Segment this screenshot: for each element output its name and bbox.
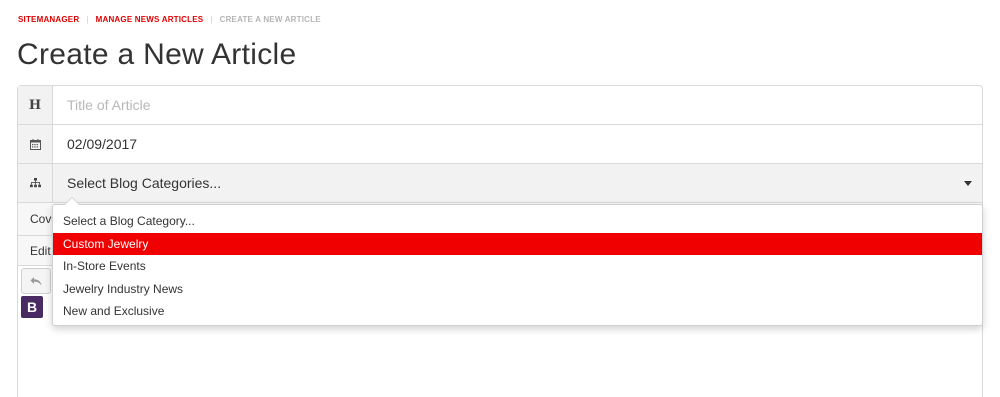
dropdown-option-placeholder[interactable]: Select a Blog Category...	[53, 210, 982, 233]
calendar-icon	[18, 125, 53, 163]
chevron-down-icon	[964, 181, 972, 186]
title-row: H Title of Article	[18, 86, 982, 125]
undo-button[interactable]	[21, 268, 51, 294]
bold-button[interactable]: B	[21, 296, 43, 318]
edit-label: Edit	[30, 243, 51, 258]
breadcrumb: SITEMANAGER | MANAGE NEWS ARTICLES | CRE…	[18, 15, 321, 24]
date-value: 02/09/2017	[67, 136, 138, 152]
undo-icon	[30, 277, 42, 286]
sitemap-icon-svg	[29, 178, 41, 188]
sitemap-icon	[18, 164, 53, 202]
dropdown-option-new-and-exclusive[interactable]: New and Exclusive	[53, 300, 982, 323]
date-input[interactable]: 02/09/2017	[53, 125, 982, 163]
category-row: Select Blog Categories...	[18, 164, 982, 203]
title-input[interactable]: Title of Article	[53, 86, 982, 124]
dropdown-option-in-store-events[interactable]: In-Store Events	[53, 255, 982, 278]
dropdown-option-jewelry-industry-news[interactable]: Jewelry Industry News	[53, 278, 982, 301]
dropdown-pointer	[65, 198, 79, 205]
blog-category-select[interactable]: Select Blog Categories...	[53, 164, 982, 202]
dropdown-option-custom-jewelry[interactable]: Custom Jewelry	[53, 232, 982, 255]
category-select-label: Select Blog Categories...	[67, 175, 222, 191]
breadcrumb-separator: |	[210, 15, 213, 24]
page-title: Create a New Article	[17, 38, 297, 71]
calendar-icon-svg	[29, 138, 41, 150]
breadcrumb-separator: |	[86, 15, 89, 24]
breadcrumb-sitemanager-link[interactable]: SITEMANAGER	[18, 15, 79, 24]
heading-icon: H	[18, 86, 53, 124]
category-dropdown-menu: Select a Blog Category... Custom Jewelry…	[52, 198, 983, 326]
date-row: 02/09/2017	[18, 125, 982, 164]
breadcrumb-manage-news-link[interactable]: MANAGE NEWS ARTICLES	[96, 15, 204, 24]
breadcrumb-current: CREATE A NEW ARTICLE	[219, 15, 321, 24]
title-placeholder: Title of Article	[67, 97, 151, 113]
heading-icon-glyph: H	[28, 97, 42, 113]
